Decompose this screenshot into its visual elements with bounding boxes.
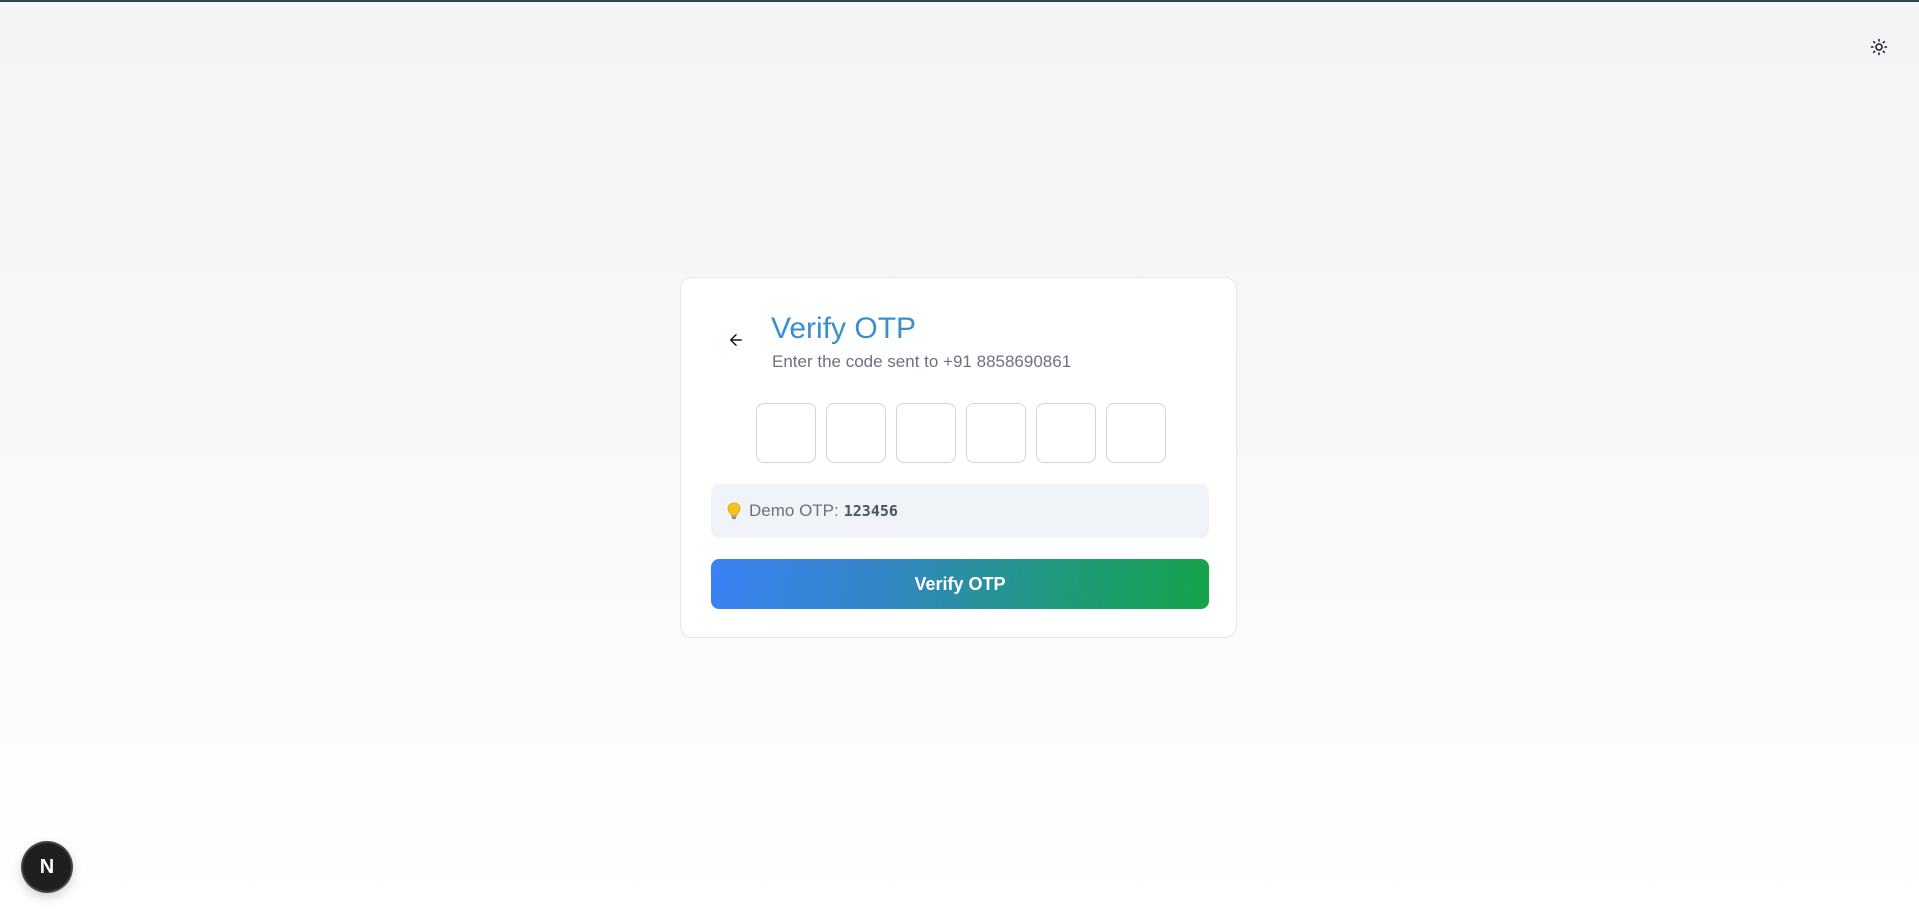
sun-icon <box>1870 38 1888 56</box>
page-title: Verify OTP <box>771 312 917 345</box>
otp-digit-2[interactable] <box>826 403 886 463</box>
nextjs-dev-indicator[interactable]: N <box>23 843 71 891</box>
top-border <box>0 0 1919 2</box>
nextjs-logo-icon: N <box>39 856 55 878</box>
otp-digit-1[interactable] <box>756 403 816 463</box>
otp-digit-6[interactable] <box>1106 403 1166 463</box>
otp-digit-5[interactable] <box>1036 403 1096 463</box>
otp-input-group <box>756 403 1166 463</box>
demo-otp-hint: Demo OTP: 123456 <box>711 484 1209 538</box>
arrow-left-icon <box>730 334 742 346</box>
demo-otp-code: 123456 <box>843 502 898 520</box>
otp-digit-4[interactable] <box>966 403 1026 463</box>
demo-otp-label: Demo OTP: <box>749 501 839 520</box>
otp-card: Verify OTP Enter the code sent to +91 88… <box>680 277 1237 638</box>
otp-digit-3[interactable] <box>896 403 956 463</box>
page-subtitle: Enter the code sent to +91 8858690861 <box>772 352 1072 371</box>
back-button[interactable] <box>721 325 751 355</box>
verify-otp-button[interactable]: Verify OTP <box>711 559 1209 609</box>
theme-toggle-button[interactable] <box>1864 32 1894 62</box>
lightbulb-icon <box>727 502 741 520</box>
